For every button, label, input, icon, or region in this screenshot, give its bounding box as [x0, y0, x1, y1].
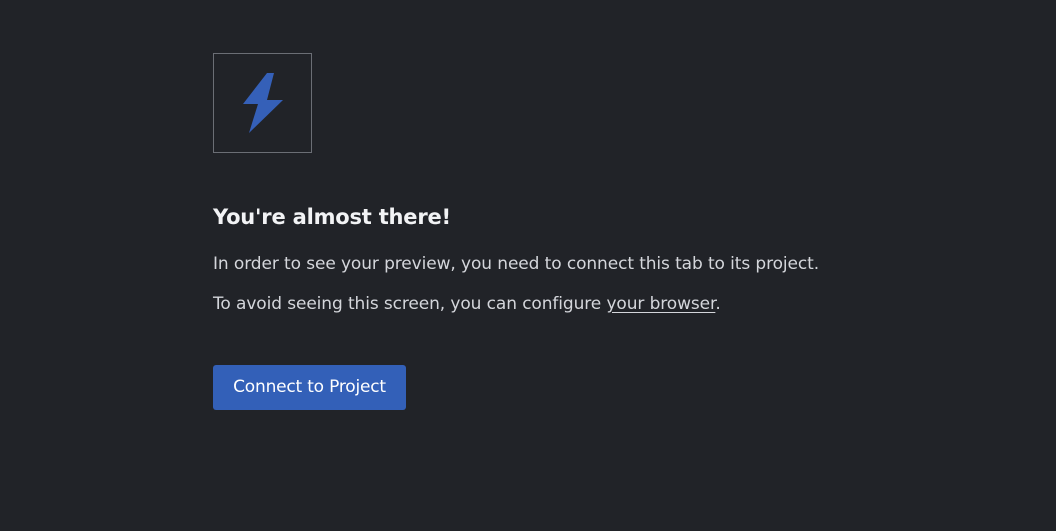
logo-box — [213, 53, 312, 153]
preview-explanation-text: In order to see your preview, you need t… — [213, 254, 820, 274]
lightning-bolt-icon — [242, 73, 283, 133]
browser-config-prefix: To avoid seeing this screen, you can con… — [213, 294, 607, 314]
page: You're almost there! In order to see you… — [0, 0, 1056, 531]
browser-config-suffix: . — [715, 294, 721, 314]
page-title: You're almost there! — [213, 205, 451, 229]
your-browser-link[interactable]: your browser — [606, 294, 715, 314]
browser-config-text: To avoid seeing this screen, you can con… — [213, 293, 973, 315]
connect-to-project-button[interactable]: Connect to Project — [213, 365, 406, 410]
main-content: You're almost there! In order to see you… — [213, 53, 973, 410]
